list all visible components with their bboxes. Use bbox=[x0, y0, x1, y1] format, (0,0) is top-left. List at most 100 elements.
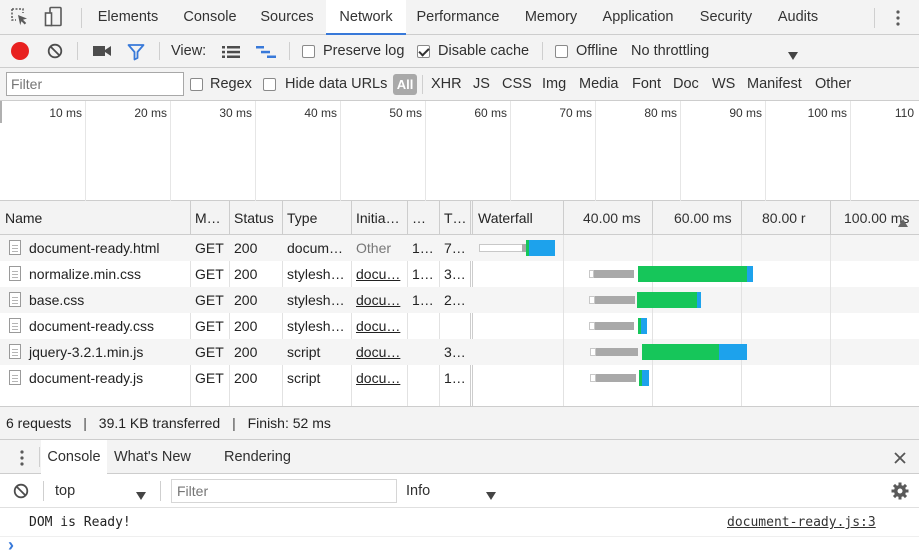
requests-table-header: Name M… Status Type Initia… … T… Waterfa… bbox=[0, 201, 919, 235]
column-name[interactable]: Name bbox=[0, 201, 190, 235]
type-filter-font[interactable]: Font bbox=[632, 68, 661, 101]
settings-gear-icon[interactable] bbox=[891, 482, 909, 500]
offline-label[interactable]: Offline bbox=[576, 35, 618, 68]
column-waterfall[interactable]: Waterfall bbox=[473, 201, 563, 235]
waterfall-bar-download bbox=[719, 344, 747, 360]
context-select[interactable]: top bbox=[55, 474, 75, 508]
request-name[interactable]: document-ready.js bbox=[24, 365, 190, 391]
table-row[interactable]: normalize.min.css GET 200 stylesh… docu…… bbox=[0, 261, 919, 287]
regex-checkbox[interactable] bbox=[190, 78, 203, 91]
hide-data-urls-checkbox[interactable] bbox=[263, 78, 276, 91]
table-row[interactable]: base.css GET 200 stylesh… docu… 1… 2… bbox=[0, 287, 919, 313]
chevron-down-icon[interactable] bbox=[486, 487, 496, 500]
type-filter-other[interactable]: Other bbox=[815, 68, 851, 101]
request-name[interactable]: base.css bbox=[24, 287, 190, 313]
drawer-tab-rendering[interactable]: Rendering bbox=[224, 440, 291, 474]
device-toolbar-icon[interactable] bbox=[44, 6, 64, 28]
throttling-select[interactable]: No throttling bbox=[631, 35, 709, 68]
console-filter-input[interactable] bbox=[171, 479, 397, 503]
clear-icon[interactable] bbox=[47, 43, 63, 59]
console-message-source-link[interactable]: document-ready.js:3 bbox=[727, 514, 876, 532]
column-size[interactable]: … bbox=[407, 201, 439, 235]
request-initiator-link[interactable]: docu… bbox=[351, 261, 407, 287]
console-prompt-icon[interactable]: › bbox=[8, 535, 14, 555]
column-type[interactable]: Type bbox=[282, 201, 351, 235]
inspect-element-icon[interactable] bbox=[10, 7, 30, 27]
filter-funnel-icon[interactable] bbox=[127, 43, 145, 61]
overview-waterfall-icon[interactable] bbox=[255, 45, 277, 59]
disable-cache-checkbox[interactable] bbox=[417, 45, 430, 58]
column-initiator[interactable]: Initia… bbox=[351, 201, 407, 235]
chevron-down-icon[interactable] bbox=[788, 47, 798, 60]
drawer-tab-console[interactable]: Console bbox=[41, 440, 107, 474]
tab-bar-divider bbox=[81, 8, 82, 28]
chevron-down-icon[interactable] bbox=[136, 487, 146, 500]
column-time[interactable]: T… bbox=[439, 201, 470, 235]
preserve-log-checkbox[interactable] bbox=[302, 45, 315, 58]
request-name[interactable]: document-ready.html bbox=[24, 235, 190, 261]
drawer-tab-whats-new[interactable]: What's New bbox=[114, 440, 191, 474]
request-status: 200 bbox=[234, 240, 258, 256]
preserve-log-label[interactable]: Preserve log bbox=[323, 35, 404, 68]
request-initiator-link[interactable]: docu… bbox=[351, 287, 407, 313]
column-method[interactable]: M… bbox=[190, 201, 229, 235]
request-initiator-link[interactable]: docu… bbox=[351, 313, 407, 339]
disable-cache-label[interactable]: Disable cache bbox=[438, 35, 529, 68]
request-initiator-link[interactable]: docu… bbox=[351, 365, 407, 391]
overview-gridline bbox=[170, 101, 171, 201]
type-filter-all[interactable]: All bbox=[393, 74, 417, 95]
request-initiator-link[interactable]: docu… bbox=[351, 339, 407, 365]
tab-network[interactable]: Network bbox=[326, 0, 406, 35]
offline-checkbox[interactable] bbox=[555, 45, 568, 58]
overview-gridline bbox=[850, 101, 851, 201]
request-name[interactable]: document-ready.css bbox=[24, 313, 190, 339]
hide-data-urls-label[interactable]: Hide data URLs bbox=[285, 68, 387, 101]
log-level-select[interactable]: Info bbox=[406, 474, 430, 508]
overview-gridline bbox=[255, 101, 256, 201]
type-filter-ws[interactable]: WS bbox=[712, 68, 735, 101]
table-row[interactable]: document-ready.css GET 200 stylesh… docu… bbox=[0, 313, 919, 339]
tab-memory[interactable]: Memory bbox=[517, 0, 585, 35]
regex-label[interactable]: Regex bbox=[210, 68, 252, 101]
tab-sources[interactable]: Sources bbox=[251, 0, 323, 35]
type-filter-js[interactable]: JS bbox=[473, 68, 490, 101]
tab-console[interactable]: Console bbox=[172, 0, 248, 35]
screenshot-camera-icon[interactable] bbox=[92, 44, 112, 58]
request-type: stylesh… bbox=[287, 292, 345, 308]
close-drawer-icon[interactable] bbox=[894, 451, 906, 464]
overview-tick-label: 50 ms bbox=[389, 106, 422, 120]
record-button[interactable] bbox=[11, 42, 29, 60]
table-row[interactable]: jquery-3.2.1.min.js GET 200 script docu…… bbox=[0, 339, 919, 365]
more-options-icon[interactable] bbox=[895, 9, 901, 27]
overview-tick-label: 60 ms bbox=[474, 106, 507, 120]
network-overview[interactable]: 10 ms 20 ms 30 ms 40 ms 50 ms 60 ms 70 m… bbox=[0, 101, 919, 201]
sort-up-icon[interactable] bbox=[898, 214, 908, 227]
request-status: 200 bbox=[234, 266, 258, 282]
type-filter-doc[interactable]: Doc bbox=[673, 68, 699, 101]
tab-performance[interactable]: Performance bbox=[409, 0, 507, 35]
tab-elements[interactable]: Elements bbox=[90, 0, 166, 35]
type-filter-media[interactable]: Media bbox=[579, 68, 619, 101]
table-row[interactable]: document-ready.js GET 200 script docu… 1… bbox=[0, 365, 919, 391]
column-divider[interactable] bbox=[470, 201, 471, 235]
type-filter-img[interactable]: Img bbox=[542, 68, 566, 101]
waterfall-bar-stalled bbox=[479, 244, 524, 252]
clear-console-icon[interactable] bbox=[13, 483, 29, 499]
waterfall-gridline bbox=[830, 235, 831, 406]
type-filter-css[interactable]: CSS bbox=[502, 68, 532, 101]
request-name[interactable]: normalize.min.css bbox=[24, 261, 190, 287]
large-request-rows-icon[interactable] bbox=[221, 45, 241, 59]
file-icon bbox=[9, 344, 21, 359]
network-toolbar: View: Preserve log Disable cache Offline… bbox=[0, 35, 919, 68]
file-icon bbox=[9, 266, 21, 281]
tab-audits[interactable]: Audits bbox=[769, 0, 827, 35]
column-status[interactable]: Status bbox=[229, 201, 282, 235]
table-row[interactable]: document-ready.html GET 200 docum… Other… bbox=[0, 235, 919, 261]
tab-application[interactable]: Application bbox=[594, 0, 682, 35]
drawer-menu-icon[interactable] bbox=[19, 449, 25, 467]
filter-input[interactable] bbox=[6, 72, 184, 96]
type-filter-xhr[interactable]: XHR bbox=[431, 68, 462, 101]
request-name[interactable]: jquery-3.2.1.min.js bbox=[24, 339, 190, 365]
type-filter-manifest[interactable]: Manifest bbox=[747, 68, 802, 101]
tab-security[interactable]: Security bbox=[692, 0, 760, 35]
